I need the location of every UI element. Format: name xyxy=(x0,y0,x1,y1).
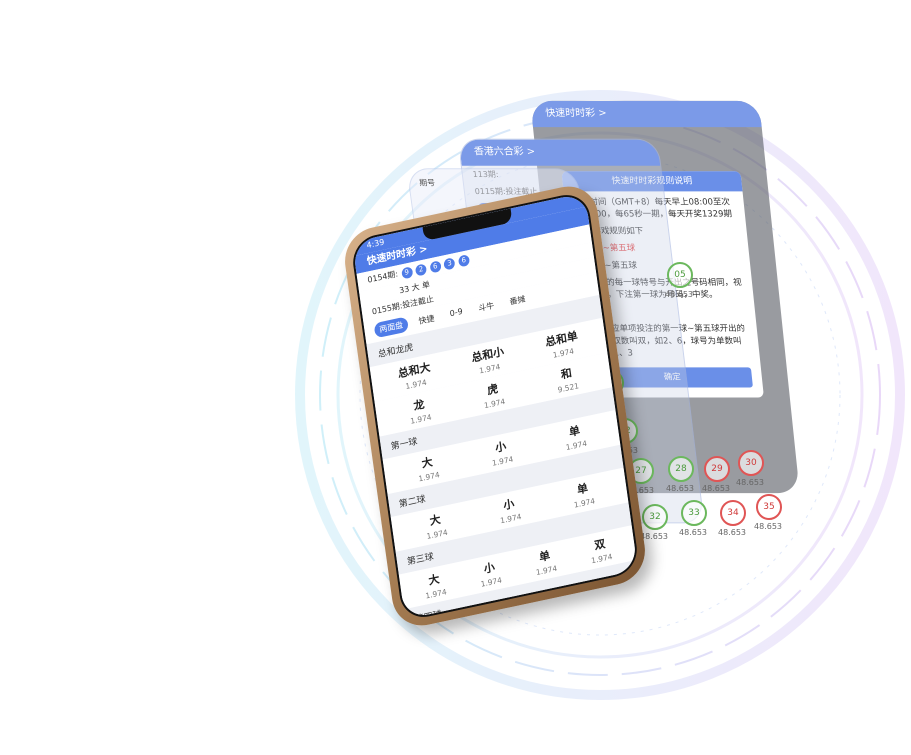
bet-option[interactable]: 小 1.974 xyxy=(486,492,533,528)
bet-option[interactable]: 和 9.521 xyxy=(544,361,591,397)
number-ball: 05 xyxy=(667,262,693,288)
result-ball: 6 xyxy=(457,254,470,268)
ball-odds: 48.653 xyxy=(665,290,693,299)
bet-option[interactable]: 双 1.974 xyxy=(577,532,624,568)
tab-quick[interactable]: 快捷 xyxy=(413,310,441,330)
bet-option[interactable]: 总和单 1.974 xyxy=(539,326,586,362)
number-ball: 30 xyxy=(738,450,764,476)
lottery-screen-title: 香港六合彩 > xyxy=(458,139,661,166)
number-ball: 28 xyxy=(668,456,694,482)
result-ball: 9 xyxy=(400,266,414,280)
tab-bull[interactable]: 斗牛 xyxy=(472,297,500,317)
tab-two-sides[interactable]: 两面盘 xyxy=(373,316,409,339)
hero-illustration: 快速时时彩 > 快速时时彩规则说明 北京时间（GMT+8）每天早上08:00至次… xyxy=(0,0,911,755)
result-ball: 3 xyxy=(443,257,456,271)
bet-option[interactable]: 总和小 1.974 xyxy=(465,342,512,378)
bet-option[interactable]: 大 1.974 xyxy=(404,450,451,486)
tab-fantan[interactable]: 番摊 xyxy=(504,290,532,310)
bet-option[interactable]: 大 1.974 xyxy=(411,567,458,603)
bet-option[interactable]: 单 1.974 xyxy=(522,543,569,579)
number-ball: 33 xyxy=(681,500,707,526)
number-ball: 32 xyxy=(642,504,668,530)
result-ball: 6 xyxy=(429,260,442,274)
bet-option[interactable]: 虎 1.974 xyxy=(470,377,517,413)
bet-option[interactable]: 小 1.974 xyxy=(478,434,525,470)
ball-odds: 48.653 xyxy=(754,522,782,531)
number-ball: 34 xyxy=(720,500,746,526)
issue-label: 0154期: xyxy=(366,269,399,285)
phone-screen: 4:39 快速时时彩 > 0154期: 9 2 6 3 6 33 大 单 015… xyxy=(349,190,641,622)
tab-digits[interactable]: 0-9 xyxy=(444,304,469,324)
ball-odds: 48.653 xyxy=(640,532,668,541)
bet-option[interactable]: 大 1.974 xyxy=(412,507,459,543)
number-ball: 35 xyxy=(756,494,782,520)
ball-odds: 48.653 xyxy=(736,478,764,487)
bet-option[interactable]: 单 1.974 xyxy=(560,476,607,512)
phone-mockup: 4:39 快速时时彩 > 0154期: 9 2 6 3 6 33 大 单 015… xyxy=(340,180,650,632)
bet-option[interactable]: 龙 1.974 xyxy=(396,392,443,428)
ball-odds: 48.653 xyxy=(679,528,707,537)
bet-option[interactable]: 单 1.974 xyxy=(552,419,599,455)
ball-odds: 48.653 xyxy=(702,484,730,493)
ball-odds: 48.653 xyxy=(666,484,694,493)
number-ball: 29 xyxy=(704,456,730,482)
bet-option[interactable]: 总和大 1.974 xyxy=(391,358,438,394)
bet-option[interactable]: 小 1.974 xyxy=(467,555,514,591)
rules-screen-title: 快速时时彩 > xyxy=(530,100,762,128)
ball-odds: 48.653 xyxy=(718,528,746,537)
result-ball: 2 xyxy=(414,263,428,277)
